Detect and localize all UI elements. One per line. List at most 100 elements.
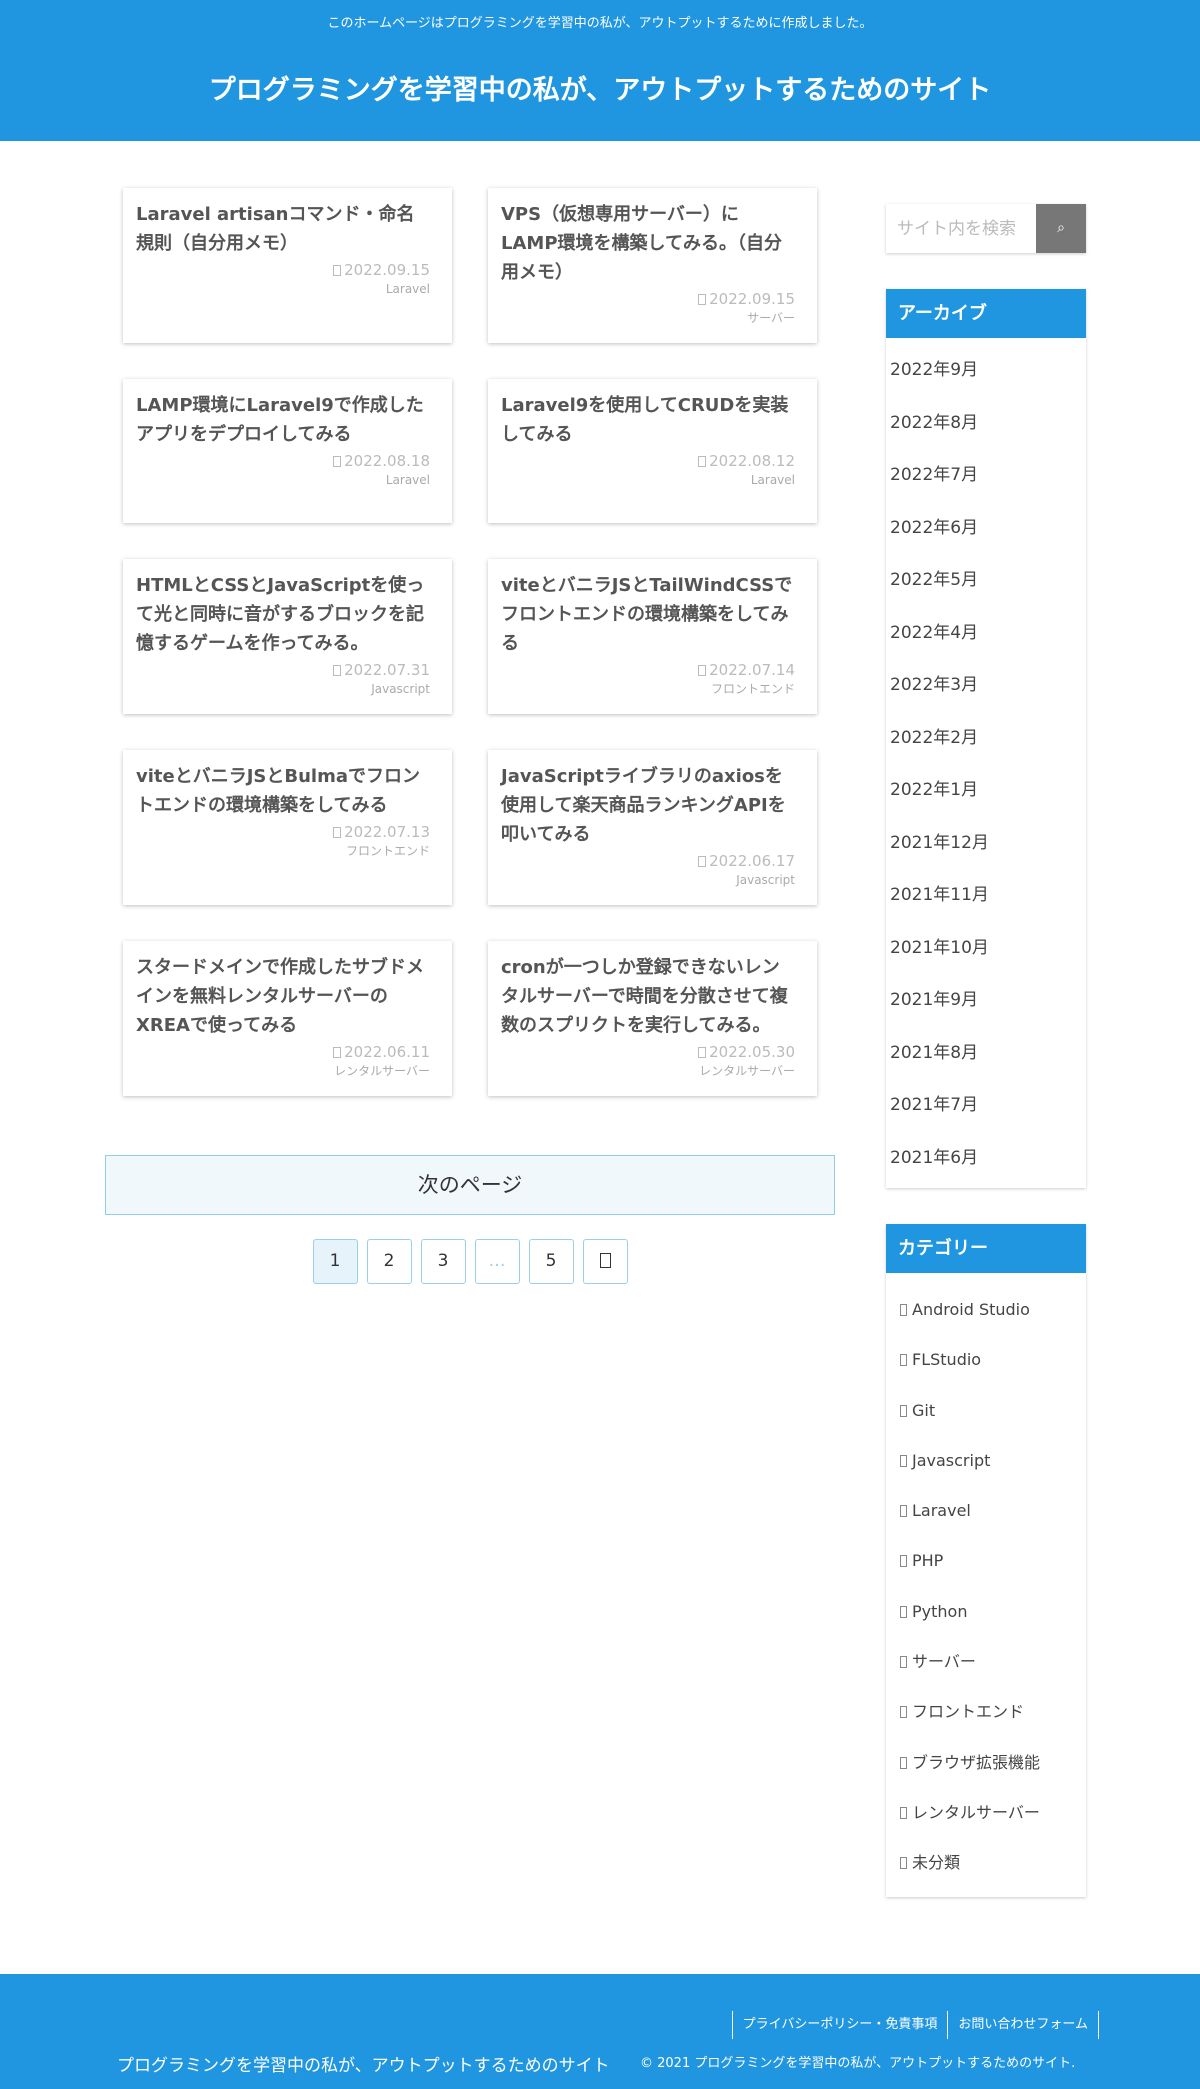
category-item[interactable]: サーバー bbox=[886, 1637, 1086, 1687]
post-category[interactable]: フロントエンド bbox=[136, 842, 430, 860]
clock-icon bbox=[333, 456, 342, 467]
category-item[interactable]: Laravel bbox=[886, 1486, 1086, 1536]
page-link[interactable]: 3 bbox=[420, 1239, 466, 1284]
page-link[interactable]: 5 bbox=[528, 1239, 574, 1284]
category-item[interactable]: フロントエンド bbox=[886, 1687, 1086, 1737]
category-item[interactable]: Git bbox=[886, 1386, 1086, 1436]
post-date-text: 2022.07.14 bbox=[709, 661, 795, 679]
archive-item[interactable]: 2021年7月 bbox=[886, 1079, 1086, 1132]
post-card[interactable]: cronが一つしか登録できないレンタルサーバーで時間を分散させて複数のスプリクト… bbox=[488, 941, 817, 1096]
archive-item[interactable]: 2022年6月 bbox=[886, 502, 1086, 555]
post-title[interactable]: スタードメインで作成したサブドメインを無料レンタルサーバーのXREAで使ってみる bbox=[136, 953, 430, 1040]
post-date: 2022.07.31 bbox=[136, 660, 430, 680]
post-date: 2022.06.11 bbox=[136, 1042, 430, 1062]
site-title[interactable]: プログラミングを学習中の私が、アウトプットするためのサイト bbox=[0, 68, 1200, 107]
page-link[interactable]: 2 bbox=[366, 1239, 412, 1284]
category-label: 未分類 bbox=[912, 1853, 961, 1873]
post-card[interactable]: HTMLとCSSとJavaScriptを使って光と同時に音がするブロックを記憶す… bbox=[123, 559, 452, 714]
next-page-arrow[interactable] bbox=[582, 1239, 628, 1284]
clock-icon bbox=[698, 665, 707, 676]
category-item[interactable]: FLStudio bbox=[886, 1335, 1086, 1385]
post-title[interactable]: viteとバニラJSとBulmaでフロントエンドの環境構築をしてみる bbox=[136, 762, 430, 820]
post-title[interactable]: Laravel9を使用してCRUDを実装してみる bbox=[501, 391, 795, 449]
post-category[interactable]: Laravel bbox=[501, 471, 795, 489]
post-title[interactable]: viteとバニラJSとTailWindCSSでフロントエンドの環境構築をしてみる bbox=[501, 571, 795, 658]
archive-item[interactable]: 2022年5月 bbox=[886, 554, 1086, 607]
post-category[interactable]: Javascript bbox=[501, 871, 795, 889]
post-card[interactable]: viteとバニラJSとTailWindCSSでフロントエンドの環境構築をしてみる… bbox=[488, 559, 817, 714]
post-category[interactable]: フロントエンド bbox=[501, 680, 795, 698]
post-title[interactable]: HTMLとCSSとJavaScriptを使って光と同時に音がするブロックを記憶す… bbox=[136, 571, 430, 658]
post-title[interactable]: VPS（仮想専用サーバー）にLAMP環境を構築してみる。（自分用メモ） bbox=[501, 200, 795, 287]
next-page-button[interactable]: 次のページ bbox=[105, 1155, 835, 1215]
category-item[interactable]: Python bbox=[886, 1587, 1086, 1637]
search-input[interactable] bbox=[886, 204, 1036, 253]
archive-item[interactable]: 2021年11月 bbox=[886, 869, 1086, 922]
archive-item[interactable]: 2022年9月 bbox=[886, 344, 1086, 397]
post-category[interactable]: レンタルサーバー bbox=[501, 1062, 795, 1080]
archive-item[interactable]: 2022年8月 bbox=[886, 397, 1086, 450]
category-item[interactable]: Android Studio bbox=[886, 1285, 1086, 1335]
pagination: 1 2 3… 5 bbox=[105, 1239, 835, 1284]
post-card[interactable]: JavaScriptライブラリのaxiosを使用して楽天商品ランキングAPIを叩… bbox=[488, 750, 817, 905]
category-item[interactable]: レンタルサーバー bbox=[886, 1788, 1086, 1838]
folder-icon bbox=[900, 1454, 907, 1467]
footer-links: プライバシーポリシー・免責事項 お問い合わせフォーム bbox=[731, 2011, 1099, 2039]
page-current[interactable]: 1 bbox=[312, 1239, 358, 1284]
category-list: Android Studio FLStudio Git Javascript Larav… bbox=[886, 1273, 1086, 1897]
archive-item[interactable]: 2022年3月 bbox=[886, 659, 1086, 712]
category-item[interactable]: ブラウザ拡張機能 bbox=[886, 1738, 1086, 1788]
post-category[interactable]: Laravel bbox=[136, 471, 430, 489]
clock-icon bbox=[333, 265, 342, 276]
category-item[interactable]: 未分類 bbox=[886, 1838, 1086, 1888]
site-search: ⌕ bbox=[886, 204, 1086, 253]
archive-item[interactable]: 2021年6月 bbox=[886, 1132, 1086, 1185]
clock-icon bbox=[333, 827, 342, 838]
archive-item[interactable]: 2021年8月 bbox=[886, 1027, 1086, 1080]
folder-icon bbox=[900, 1756, 907, 1769]
post-title[interactable]: JavaScriptライブラリのaxiosを使用して楽天商品ランキングAPIを叩… bbox=[501, 762, 795, 849]
category-label: フロントエンド bbox=[912, 1702, 1025, 1722]
archive-item[interactable]: 2022年4月 bbox=[886, 607, 1086, 660]
post-card[interactable]: viteとバニラJSとBulmaでフロントエンドの環境構築をしてみる 2022.0… bbox=[123, 750, 452, 905]
post-date: 2022.08.18 bbox=[136, 451, 430, 471]
post-title[interactable]: Laravel artisanコマンド・命名規則（自分用メモ） bbox=[136, 200, 430, 258]
clock-icon bbox=[333, 1047, 342, 1058]
post-category[interactable]: サーバー bbox=[501, 309, 795, 327]
privacy-policy-link[interactable]: プライバシーポリシー・免責事項 bbox=[731, 2011, 948, 2039]
folder-icon bbox=[900, 1605, 907, 1618]
post-title[interactable]: LAMP環境にLaravel9で作成したアプリをデプロイしてみる bbox=[136, 391, 430, 449]
post-category[interactable]: Laravel bbox=[136, 280, 430, 298]
archive-item[interactable]: 2022年1月 bbox=[886, 764, 1086, 817]
post-title[interactable]: cronが一つしか登録できないレンタルサーバーで時間を分散させて複数のスプリクト… bbox=[501, 953, 795, 1040]
post-category[interactable]: Javascript bbox=[136, 680, 430, 698]
category-item[interactable]: Javascript bbox=[886, 1436, 1086, 1486]
archive-item[interactable]: 2021年9月 bbox=[886, 974, 1086, 1027]
archive-item[interactable]: 2022年2月 bbox=[886, 712, 1086, 765]
site-footer: プライバシーポリシー・免責事項 お問い合わせフォーム プログラミングを学習中の私… bbox=[0, 1974, 1200, 2089]
folder-icon bbox=[900, 1806, 907, 1819]
post-card[interactable]: VPS（仮想専用サーバー）にLAMP環境を構築してみる。（自分用メモ） 2022.… bbox=[488, 188, 817, 343]
category-item[interactable]: PHP bbox=[886, 1536, 1086, 1586]
post-date: 2022.07.14 bbox=[501, 660, 795, 680]
post-date: 2022.05.30 bbox=[501, 1042, 795, 1062]
footer-copyright: © 2021 プログラミングを学習中の私が、アウトプットするためのサイト. bbox=[640, 2056, 1076, 2071]
post-card[interactable]: Laravel9を使用してCRUDを実装してみる 2022.08.12 Larave… bbox=[488, 379, 817, 523]
archive-item[interactable]: 2022年7月 bbox=[886, 449, 1086, 502]
archive-item[interactable]: 2021年12月 bbox=[886, 817, 1086, 870]
post-date: 2022.07.13 bbox=[136, 822, 430, 842]
footer-site-title[interactable]: プログラミングを学習中の私が、アウトプットするためのサイト bbox=[117, 2051, 610, 2076]
post-date: 2022.08.12 bbox=[501, 451, 795, 471]
post-grid: Laravel artisanコマンド・命名規則（自分用メモ） 2022.09.1… bbox=[105, 188, 835, 1096]
search-button[interactable]: ⌕ bbox=[1036, 204, 1086, 253]
post-card[interactable]: Laravel artisanコマンド・命名規則（自分用メモ） 2022.09.1… bbox=[123, 188, 452, 343]
archive-title: アーカイブ bbox=[886, 289, 1086, 338]
folder-icon bbox=[900, 1354, 907, 1367]
site-header: このホームページはプログラミングを学習中の私が、アウトプットするために作成しまし… bbox=[0, 0, 1200, 141]
category-label: レンタルサーバー bbox=[912, 1802, 1040, 1822]
archive-item[interactable]: 2021年10月 bbox=[886, 922, 1086, 975]
post-category[interactable]: レンタルサーバー bbox=[136, 1062, 430, 1080]
contact-form-link[interactable]: お問い合わせフォーム bbox=[947, 2011, 1099, 2039]
post-card[interactable]: LAMP環境にLaravel9で作成したアプリをデプロイしてみる 2022.08.… bbox=[123, 379, 452, 523]
post-card[interactable]: スタードメインで作成したサブドメインを無料レンタルサーバーのXREAで使ってみる… bbox=[123, 941, 452, 1096]
